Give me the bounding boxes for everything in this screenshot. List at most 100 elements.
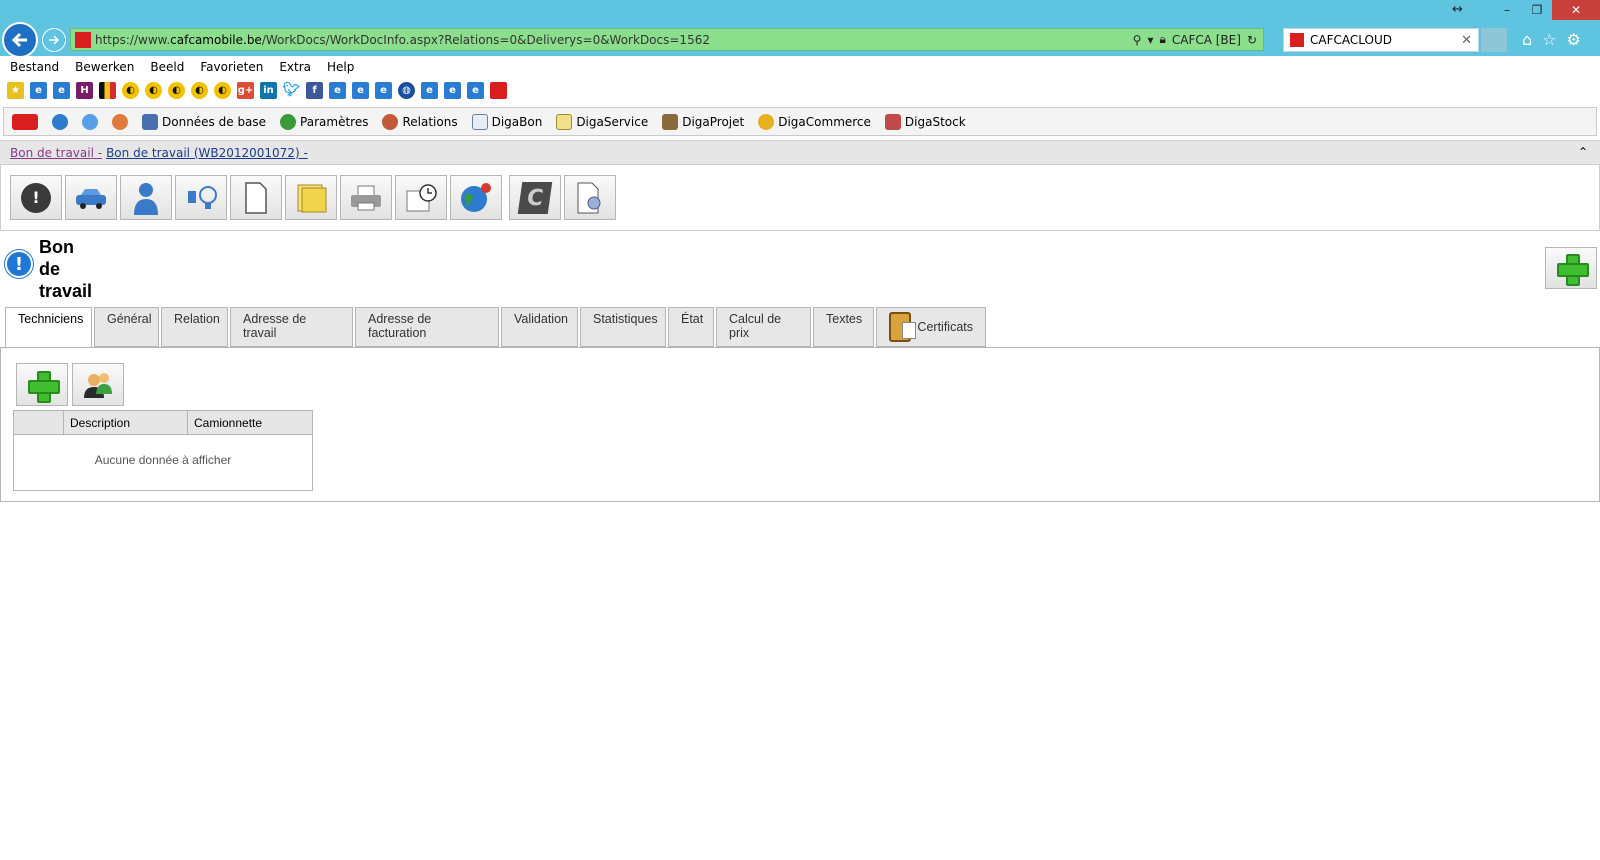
twitter-icon[interactable]: 🐦︎	[283, 81, 300, 99]
ie-link-icon[interactable]: e	[352, 81, 369, 99]
ie-link-icon[interactable]: e	[467, 81, 484, 99]
ie-link-icon[interactable]: e	[30, 81, 47, 99]
grid-column-select[interactable]	[14, 411, 64, 434]
tab-certificats[interactable]: Certificats	[876, 307, 986, 347]
minimize-icon[interactable]: –	[1492, 0, 1522, 20]
close-window-icon[interactable]: ✕	[1552, 0, 1600, 20]
toolbar-item-relations[interactable]: Relations	[382, 113, 458, 130]
forward-icon[interactable]	[42, 28, 66, 52]
globe-link-icon[interactable]: ◍	[398, 81, 415, 99]
resize-icon: ↔	[1452, 2, 1463, 17]
assign-technician-button[interactable]	[72, 363, 124, 406]
menu-item-help[interactable]: Help	[327, 60, 354, 74]
cafca-c-button[interactable]: C	[509, 175, 561, 220]
tab-general[interactable]: Général	[94, 307, 159, 347]
close-tab-icon[interactable]: ✕	[1461, 33, 1472, 48]
toolbar-item-digastock[interactable]: DigaStock	[884, 113, 966, 130]
settings-gear-icon[interactable]: ⚙	[1567, 30, 1581, 49]
tab-validation[interactable]: Validation	[501, 307, 578, 347]
plug-bulb-icon	[188, 185, 217, 209]
car-icon	[76, 188, 106, 209]
tab-adresse-de-facturation[interactable]: Adresse de facturation	[355, 307, 499, 347]
lock-icon[interactable]: 🔒︎	[1159, 32, 1165, 47]
folder-button[interactable]	[285, 175, 337, 220]
link-icon[interactable]: ◐	[168, 81, 185, 99]
menu-item-beeld[interactable]: Beeld	[150, 60, 184, 74]
link-icon[interactable]: ◐	[122, 81, 139, 99]
add-button[interactable]	[1545, 247, 1597, 289]
site-identity[interactable]: CAFCA [BE]	[1172, 33, 1241, 47]
person-button[interactable]	[120, 175, 172, 220]
link-icon[interactable]: ◐	[214, 81, 231, 99]
toolbar-item-digacommerce[interactable]: DigaCommerce	[758, 113, 871, 130]
info-icon: !	[5, 250, 33, 278]
back-icon[interactable]	[2, 22, 38, 58]
dropdown-icon[interactable]: ▾	[1147, 33, 1153, 47]
settings-document-button[interactable]	[564, 175, 616, 220]
toolbar-item-digaservice[interactable]: DigaService	[556, 113, 648, 130]
browser-tab[interactable]: CAFCACLOUD ✕	[1283, 28, 1479, 52]
ie-link-icon[interactable]: e	[444, 81, 461, 99]
toolbar-item-donnees-de-base[interactable]: Données de base	[142, 113, 266, 130]
user-icon[interactable]	[112, 113, 128, 130]
breadcrumb-link-current[interactable]: Bon de travail (WB2012001072) -	[106, 146, 308, 160]
print-button[interactable]	[340, 175, 392, 220]
breadcrumb: Bon de travail - Bon de travail (WB20120…	[0, 140, 1600, 165]
breadcrumb-link-bon-de-travail[interactable]: Bon de travail -	[10, 146, 102, 160]
toolbar-item-digabon[interactable]: DigaBon	[471, 113, 542, 130]
new-tab-button[interactable]	[1481, 28, 1507, 52]
tab-adresse-de-travail[interactable]: Adresse de travail	[230, 307, 353, 347]
h-link-icon[interactable]: H	[76, 81, 93, 99]
database-icon	[142, 113, 158, 130]
ie-link-icon[interactable]: e	[53, 81, 70, 99]
facebook-icon[interactable]: f	[306, 81, 323, 99]
toolbar-item-parametres[interactable]: Paramètres	[280, 113, 368, 130]
refresh-sync-icon[interactable]	[82, 113, 98, 130]
cafca-link-icon[interactable]	[490, 81, 507, 99]
be-flag-icon[interactable]	[99, 81, 116, 99]
cafca-logo[interactable]	[12, 113, 38, 130]
linkedin-icon[interactable]: in	[260, 81, 277, 99]
menu-bar: Bestand Bewerken Beeld Favorieten Extra …	[0, 56, 1600, 78]
ie-link-icon[interactable]: e	[329, 81, 346, 99]
web-button[interactable]	[450, 175, 502, 220]
restore-icon[interactable]: ❐	[1522, 0, 1552, 20]
refresh-icon[interactable]: ↻	[1247, 33, 1257, 47]
tab-textes[interactable]: Textes	[813, 307, 874, 347]
timesheet-button[interactable]	[395, 175, 447, 220]
vehicle-button[interactable]	[65, 175, 117, 220]
address-bar[interactable]: https://www.cafcamobile.be/WorkDocs/Work…	[70, 28, 1264, 51]
globe-icon[interactable]	[52, 113, 68, 130]
tab-etat[interactable]: État	[668, 307, 714, 347]
grid-column-camionnette[interactable]: Camionnette	[188, 411, 312, 434]
plug-bulb-button[interactable]	[175, 175, 227, 220]
menu-item-extra[interactable]: Extra	[279, 60, 311, 74]
document-button[interactable]	[230, 175, 282, 220]
document-gear-icon	[577, 182, 601, 213]
project-icon	[662, 113, 679, 130]
ie-link-icon[interactable]: e	[421, 81, 438, 99]
tab-techniciens[interactable]: Techniciens	[5, 307, 92, 348]
menu-item-bestand[interactable]: Bestand	[10, 60, 59, 74]
document-icon	[471, 113, 488, 130]
url-text[interactable]: https://www.cafcamobile.be/WorkDocs/Work…	[95, 33, 1133, 47]
add-favorite-icon[interactable]: ★	[7, 81, 24, 99]
tab-calcul-de-prix[interactable]: Calcul de prix	[716, 307, 811, 347]
menu-item-favorieten[interactable]: Favorieten	[200, 60, 263, 74]
google-plus-icon[interactable]: g+	[237, 81, 254, 99]
toolbar-item-digaprojet[interactable]: DigaProjet	[662, 113, 744, 130]
alert-button[interactable]: !	[10, 175, 62, 220]
link-icon[interactable]: ◐	[191, 81, 208, 99]
collapse-icon[interactable]: ⌃	[1578, 145, 1588, 159]
home-icon[interactable]: ⌂	[1522, 30, 1532, 49]
grid-column-description[interactable]: Description	[64, 411, 188, 434]
add-technician-button[interactable]	[16, 363, 68, 406]
menu-item-bewerken[interactable]: Bewerken	[75, 60, 134, 74]
search-icon[interactable]: ⚲	[1133, 33, 1142, 47]
tab-relation[interactable]: Relation	[161, 307, 228, 347]
link-icon[interactable]: ◐	[145, 81, 162, 99]
favorites-star-icon[interactable]: ☆	[1542, 30, 1556, 49]
tab-statistiques[interactable]: Statistiques	[580, 307, 666, 347]
ie-link-icon[interactable]: e	[375, 81, 392, 99]
printer-icon	[351, 185, 381, 210]
